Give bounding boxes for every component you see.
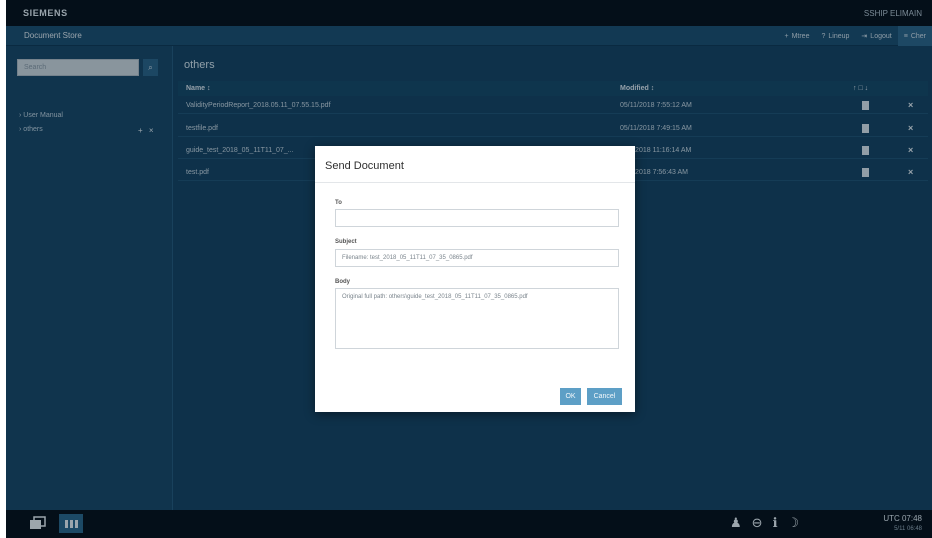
send-document-dialog: Send Document To Subject Filename: test_… <box>315 146 635 412</box>
dialog-title: Send Document <box>325 160 404 172</box>
to-label: To <box>335 200 342 206</box>
dialog-divider <box>315 182 635 183</box>
to-field[interactable] <box>335 209 619 227</box>
body-label: Body <box>335 279 350 285</box>
subject-field[interactable]: Filename: test_2018_05_11T11_07_35_0865.… <box>335 249 619 267</box>
cancel-button[interactable]: Cancel <box>587 388 622 405</box>
subject-label: Subject <box>335 239 357 245</box>
app-screen: SIEMENS SSHIP ELIMAIN Document Store + M… <box>6 0 932 538</box>
ok-button[interactable]: OK <box>560 388 581 405</box>
body-textarea[interactable]: Original full path: others\guide_test_20… <box>335 288 619 349</box>
